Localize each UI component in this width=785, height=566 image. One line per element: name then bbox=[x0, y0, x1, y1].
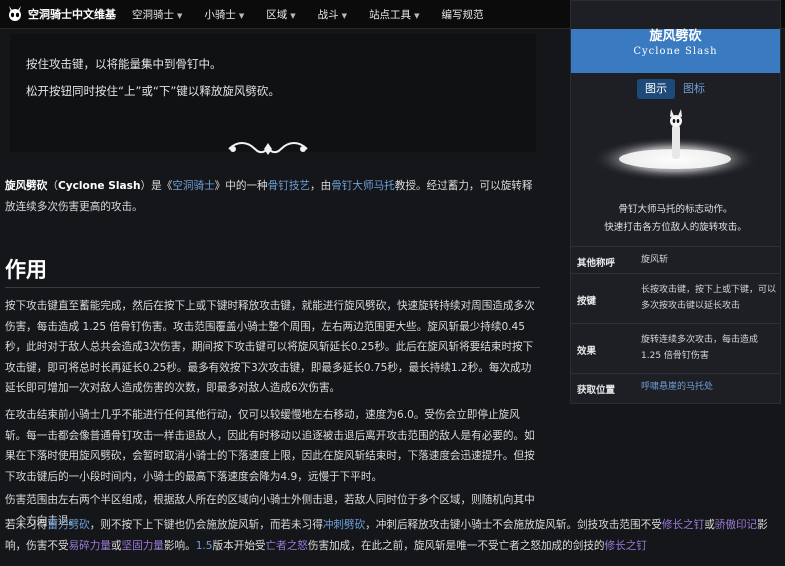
body-paragraph-1: 按下攻击键直至蓄能完成，然后在按下上或下键时释放攻击键，就能进行旋风劈砍，快速旋… bbox=[5, 300, 535, 394]
link-unbreakable-strength[interactable]: 坚固力量 bbox=[122, 540, 164, 552]
row-value: 旋风斩 bbox=[641, 255, 669, 265]
infobox-row-effect: 效果 旋转连续多次攻击，每击造成 1.25 倍骨钉伤害 bbox=[571, 323, 780, 374]
link-longnail[interactable]: 修长之钉 bbox=[662, 519, 704, 531]
section-heading: 作用 bbox=[5, 258, 47, 282]
nav-label: 战斗 bbox=[317, 8, 339, 21]
ornament-divider-icon bbox=[228, 142, 308, 155]
text: 若未习得 bbox=[5, 519, 48, 531]
prompt-line-1: 按住攻击键，以将能量集中到骨钉中。 bbox=[26, 57, 222, 71]
caret-down-icon: ▼ bbox=[238, 11, 245, 20]
nav-label: 站点工具 bbox=[369, 8, 412, 21]
caret-down-icon: ▼ bbox=[290, 11, 296, 20]
row-key: 其他称呼 bbox=[577, 258, 616, 269]
nav-item-combat[interactable]: 战斗 ▼ bbox=[318, 7, 347, 22]
cyclone-slash-illustration bbox=[591, 109, 759, 181]
english-name: Cyclone Slash bbox=[57, 180, 141, 192]
row-value: 旋转连续多次攻击，每击造成 1.25 倍骨钉伤害 bbox=[641, 335, 759, 361]
link-fury-of-the-fallen[interactable]: 亡者之怒 bbox=[266, 540, 308, 552]
infobox-row-controls: 按键 长按攻击键，按下上或下键，可以多次按攻击键以延长攻击 bbox=[571, 273, 780, 324]
text: ，则不按下上下键也仍会施放旋风斩，而若未习得 bbox=[89, 519, 323, 531]
nav-item-knight[interactable]: 小骑士 ▼ bbox=[204, 7, 244, 22]
text: 影响。 bbox=[163, 539, 196, 552]
text: 或 bbox=[110, 539, 122, 552]
ability-prompt-box: 按住攻击键，以将能量集中到骨钉中。 松开按钮同时按住“上”或“下”键以释放旋风劈… bbox=[10, 34, 536, 155]
text: ）是《 bbox=[140, 180, 173, 192]
caret-down-icon: ▼ bbox=[177, 11, 183, 20]
link-mark-of-pride[interactable]: 骄傲印记 bbox=[715, 519, 757, 531]
nav-label: 小骑士 bbox=[204, 8, 236, 21]
link-fragile-strength[interactable]: 易碎力量 bbox=[69, 540, 111, 552]
intro-paragraph: 旋风劈砍（Cyclone Slash）是《空洞骑士》中的一种骨钉技艺，由骨钉大师… bbox=[5, 176, 540, 217]
site-name-link[interactable]: 空洞骑士中文维基 bbox=[28, 6, 116, 22]
text: 伤害加成，在此之前，旋风斩是唯一不受亡者之怒加成的剑技的 bbox=[307, 539, 605, 552]
text: 》中的一种 bbox=[214, 180, 268, 192]
infobox-row-location: 获取位置 呼啸悬崖的马托处 bbox=[571, 373, 780, 403]
row-key: 效果 bbox=[577, 346, 597, 357]
text: ，由 bbox=[310, 180, 332, 192]
row-value: 长按攻击键，按下上或下键，可以多次按攻击键以延长攻击 bbox=[641, 285, 777, 311]
row-key: 获取位置 bbox=[577, 385, 616, 396]
site-logo-icon[interactable] bbox=[4, 3, 26, 25]
nav-item-editing-guide[interactable]: 编写规范 bbox=[441, 7, 483, 22]
nav-label: 区域 bbox=[266, 8, 288, 21]
infobox-header: 旋风劈砍 Cyclone Slash bbox=[571, 29, 780, 73]
tab-illustration[interactable]: 图示 bbox=[637, 79, 675, 99]
ability-name: 旋风劈砍 bbox=[5, 180, 48, 192]
body-paragraph-4: 若未习得蓄力劈砍，则不按下上下键也仍会施放旋风斩，而若未习得冲刺劈砍，冲刺后释放… bbox=[5, 515, 783, 556]
link-nail-arts[interactable]: 骨钉技艺 bbox=[268, 180, 310, 192]
heading-divider bbox=[5, 287, 540, 288]
nav-item-areas[interactable]: 区域 ▼ bbox=[266, 7, 295, 22]
text: 或 bbox=[704, 519, 715, 531]
nav-item-site-tools[interactable]: 站点工具 ▼ bbox=[369, 7, 419, 22]
infobox-row-alias: 其他称呼 旋风斩 bbox=[571, 246, 780, 274]
link-location[interactable]: 呼啸悬崖的马托处 bbox=[641, 379, 776, 395]
link-dash-slash[interactable]: 冲刺劈砍 bbox=[323, 519, 365, 531]
caret-down-icon: ▼ bbox=[341, 11, 348, 20]
text: 版本开始受 bbox=[212, 539, 266, 552]
row-key: 按键 bbox=[577, 296, 597, 307]
tab-icon[interactable]: 图标 bbox=[683, 79, 713, 99]
caret-down-icon: ▼ bbox=[414, 11, 420, 20]
infobox-caption-2: 快速打击各方位敌人的旋转攻击。 bbox=[604, 222, 747, 233]
infobox-caption-1: 骨钉大师马托的标志动作。 bbox=[618, 204, 733, 215]
nav-item-hollow-knight[interactable]: 空洞骑士 ▼ bbox=[132, 7, 182, 22]
text: （ bbox=[47, 180, 58, 192]
prompt-line-2: 松开按钮同时按住“上”或“下”键以释放旋风劈砍。 bbox=[26, 84, 280, 98]
body-paragraph-2: 在攻击结束前小骑士几乎不能进行任何其他行动，仅可以较缓慢地左右移动，速度为6.0… bbox=[5, 409, 535, 483]
link-hollow-knight[interactable]: 空洞骑士 bbox=[172, 180, 214, 192]
ability-infobox: 旋风劈砍 Cyclone Slash 图示 图标 骨钉大师马托的标志动作。 快速… bbox=[570, 0, 781, 404]
nav-label: 空洞骑士 bbox=[132, 8, 174, 21]
link-longnail-2[interactable]: 修长之钉 bbox=[605, 540, 647, 552]
text: ，冲刺后释放攻击键小骑士不会施放旋风斩。剑技攻击范围不受 bbox=[365, 519, 662, 531]
link-nailmaster-mato[interactable]: 骨钉大师马托 bbox=[331, 180, 395, 192]
infobox-title: 旋风劈砍 bbox=[649, 29, 702, 44]
infobox-subtitle: Cyclone Slash bbox=[633, 46, 718, 57]
link-charged-slash[interactable]: 蓄力劈砍 bbox=[47, 519, 89, 531]
link-version-1-5[interactable]: 1.5 bbox=[196, 540, 213, 552]
